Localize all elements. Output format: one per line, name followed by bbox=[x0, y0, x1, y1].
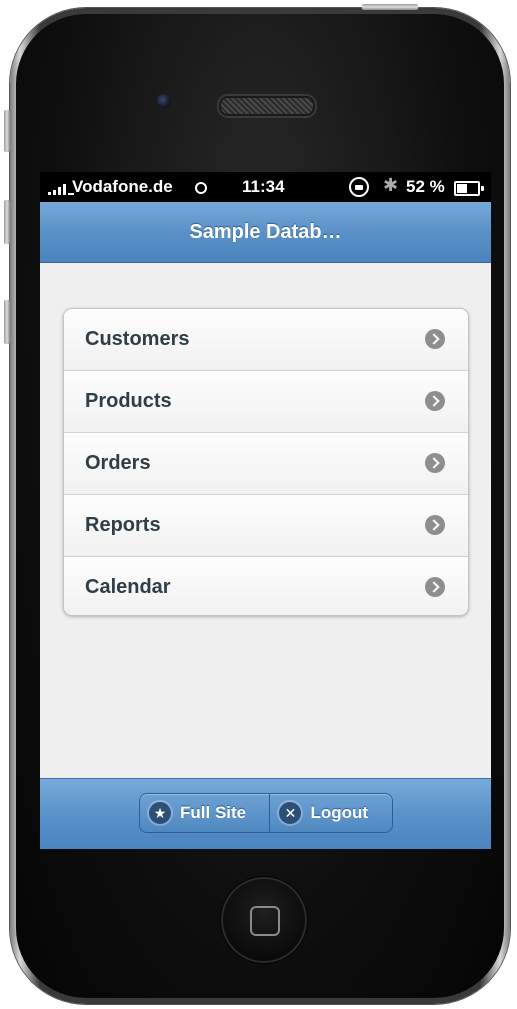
status-time: 11:34 bbox=[242, 177, 285, 196]
power-button bbox=[362, 4, 418, 10]
volume-up-button bbox=[4, 200, 10, 244]
volume-down-button bbox=[4, 300, 10, 344]
menu-item-label: Customers bbox=[85, 328, 190, 350]
menu-item-label: Orders bbox=[85, 452, 151, 474]
bluetooth-icon: ✱ bbox=[383, 175, 399, 195]
menu-item-reports[interactable]: Reports bbox=[64, 495, 468, 557]
signal-icon bbox=[48, 183, 74, 195]
menu-item-label: Calendar bbox=[85, 576, 171, 598]
footer-bar: ★ Full Site ✕ Logout bbox=[40, 778, 491, 849]
chevron-right-icon bbox=[425, 515, 445, 535]
logout-label: Logout bbox=[310, 803, 369, 822]
menu-item-customers[interactable]: Customers bbox=[64, 309, 468, 371]
menu-item-orders[interactable]: Orders bbox=[64, 433, 468, 495]
camera-icon bbox=[157, 94, 171, 108]
full-site-label: Full Site bbox=[180, 803, 247, 822]
home-square-icon bbox=[250, 906, 280, 936]
page-title: Sample Datab… bbox=[189, 220, 342, 243]
rotation-lock-icon bbox=[349, 177, 369, 197]
menu-item-label: Reports bbox=[85, 514, 161, 536]
full-site-button[interactable]: ★ Full Site bbox=[140, 794, 271, 832]
home-button[interactable] bbox=[221, 877, 307, 963]
logout-button[interactable]: ✕ Logout bbox=[270, 794, 392, 832]
footer-button-group: ★ Full Site ✕ Logout bbox=[139, 793, 393, 833]
close-icon: ✕ bbox=[279, 802, 302, 824]
chevron-right-icon bbox=[425, 453, 445, 473]
activity-icon bbox=[195, 182, 207, 194]
speaker-grille bbox=[219, 96, 315, 116]
battery-percent: 52 % bbox=[406, 177, 445, 196]
chevron-right-icon bbox=[425, 391, 445, 411]
menu-list: Customers Products Orders Reports Calend… bbox=[63, 308, 469, 616]
star-icon: ★ bbox=[149, 802, 171, 824]
menu-item-products[interactable]: Products bbox=[64, 371, 468, 433]
menu-item-label: Products bbox=[85, 390, 172, 412]
mute-switch bbox=[4, 110, 10, 152]
chevron-right-icon bbox=[425, 329, 445, 349]
status-bar: Vodafone.de 11:34 ✱ 52 % bbox=[40, 172, 491, 202]
carrier-name: Vodafone.de bbox=[72, 177, 173, 196]
phone-screen: Vodafone.de 11:34 ✱ 52 % Sample Datab… C… bbox=[40, 172, 491, 849]
menu-item-calendar[interactable]: Calendar bbox=[64, 557, 468, 615]
chevron-right-icon bbox=[425, 577, 445, 597]
header-bar: Sample Datab… bbox=[40, 202, 491, 263]
battery-icon bbox=[454, 181, 484, 196]
